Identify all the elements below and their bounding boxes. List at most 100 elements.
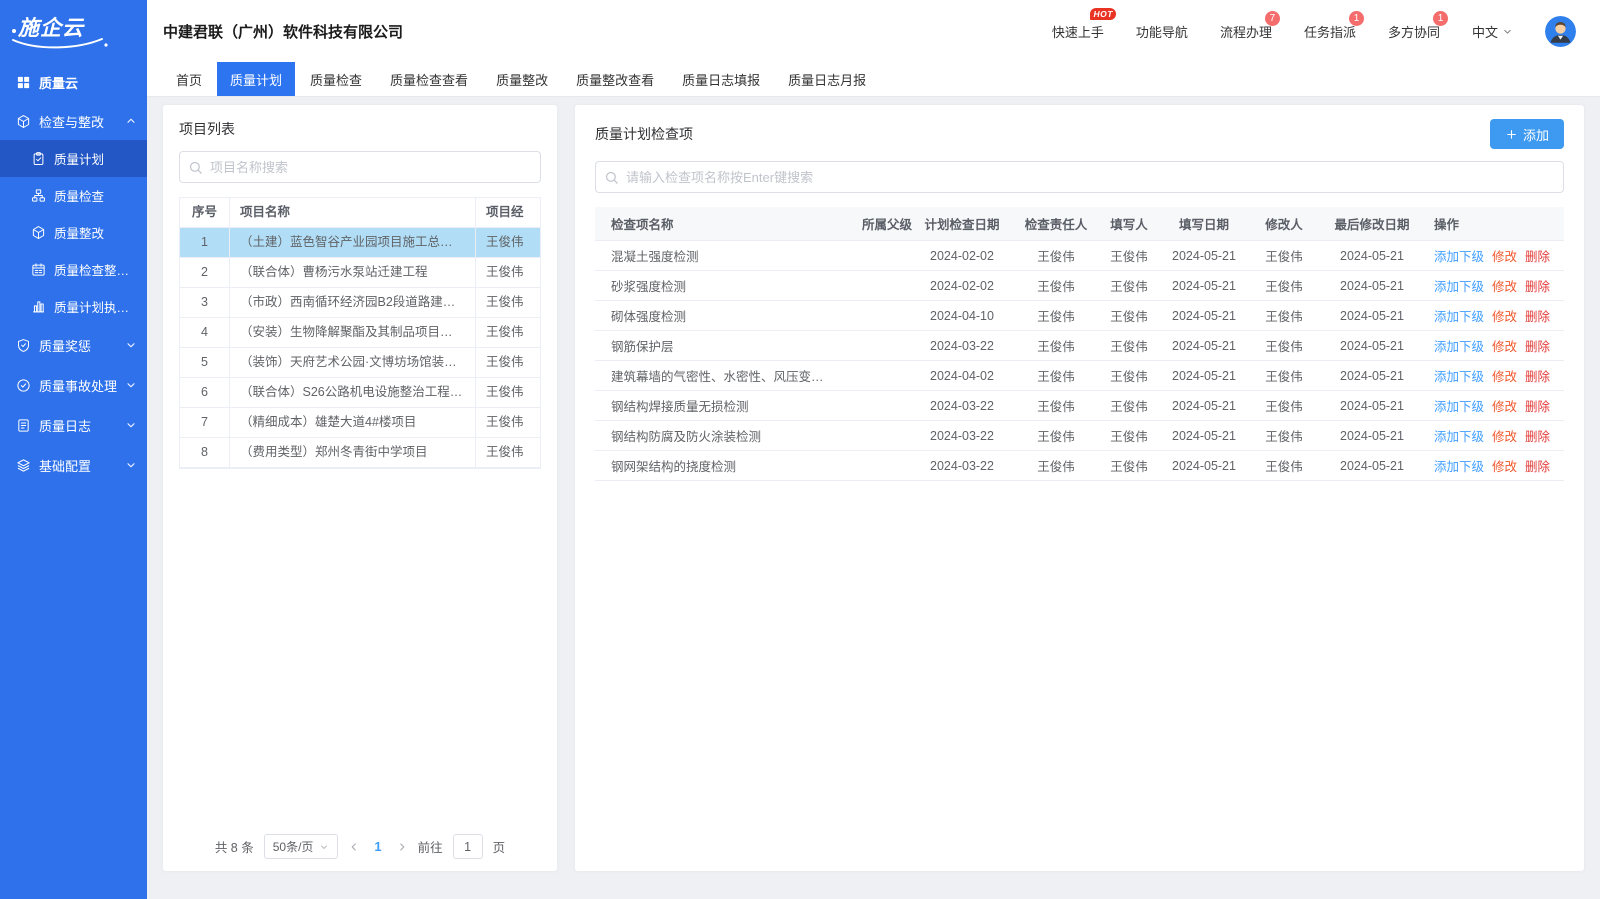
- sidebar-item-quality-rewards[interactable]: 质量奖惩: [0, 325, 147, 365]
- box-icon: [31, 225, 46, 240]
- delete-link[interactable]: 删除: [1525, 426, 1550, 445]
- table-row[interactable]: 砂浆强度检测 2024-02-02 王俊伟 王俊伟 2024-05-21 王俊伟…: [595, 271, 1564, 301]
- topnav-item[interactable]: HOT 1 多方协同: [1388, 22, 1440, 41]
- cell-item-name: 砂浆强度检测: [595, 276, 832, 295]
- cell-seq: 1: [180, 228, 230, 258]
- cell-project-manager: 王俊伟: [476, 258, 540, 288]
- delete-link[interactable]: 删除: [1525, 276, 1550, 295]
- add-child-link[interactable]: 添加下级: [1434, 426, 1484, 445]
- chevron-down-icon: [125, 419, 137, 431]
- sidebar-item-quality-cloud[interactable]: 质量云: [0, 62, 147, 102]
- app-root: 施企云 质量云 检查与整改 质量计划 质量检查: [0, 0, 1600, 899]
- cell-fill-date: 2024-05-21: [1158, 369, 1250, 383]
- modify-link[interactable]: 修改: [1492, 246, 1517, 265]
- add-child-link[interactable]: 添加下级: [1434, 276, 1484, 295]
- sidebar-group-check-rectify[interactable]: 检查与整改: [0, 102, 147, 140]
- language-selector[interactable]: 中文: [1472, 22, 1513, 41]
- cell-modifier: 王俊伟: [1250, 396, 1318, 415]
- delete-link[interactable]: 删除: [1525, 336, 1550, 355]
- topnav-item-label: 多方协同: [1388, 25, 1440, 40]
- delete-link[interactable]: 删除: [1525, 366, 1550, 385]
- column-header-modifier: 修改人: [1250, 214, 1318, 233]
- cell-responsible: 王俊伟: [1012, 306, 1100, 325]
- page-number[interactable]: 1: [370, 839, 385, 854]
- avatar[interactable]: [1545, 16, 1576, 47]
- delete-link[interactable]: 删除: [1525, 396, 1550, 415]
- add-button[interactable]: 添加: [1490, 119, 1564, 149]
- next-page-button[interactable]: [396, 841, 408, 853]
- add-child-link[interactable]: 添加下级: [1434, 456, 1484, 475]
- table-row[interactable]: 1 （土建）蓝色智谷产业园项目施工总承包工程 王俊伟: [180, 228, 540, 258]
- modify-link[interactable]: 修改: [1492, 366, 1517, 385]
- sidebar-item-quality-check[interactable]: 质量检查: [0, 177, 147, 214]
- tab[interactable]: 质量整改: [483, 62, 561, 96]
- goto-label: 前往: [418, 837, 443, 856]
- add-child-link[interactable]: 添加下级: [1434, 306, 1484, 325]
- tab[interactable]: 质量检查查看: [377, 62, 481, 96]
- sidebar-item-basic-config[interactable]: 基础配置: [0, 445, 147, 485]
- table-row[interactable]: 2 （联合体）曹杨污水泵站迁建工程 王俊伟: [180, 258, 540, 288]
- table-row[interactable]: 3 （市政）西南循环经济园B2段道路建设工程 王俊伟: [180, 288, 540, 318]
- page-size-select[interactable]: 50条/页: [264, 834, 339, 859]
- modify-link[interactable]: 修改: [1492, 396, 1517, 415]
- table-row[interactable]: 8 （费用类型）郑州冬青街中学项目 王俊伟: [180, 438, 540, 468]
- tab[interactable]: 首页: [163, 62, 215, 96]
- sidebar-item-plan-execution-tracking[interactable]: 质量计划执行跟踪: [0, 288, 147, 325]
- cell-project-manager: 王俊伟: [476, 318, 540, 348]
- topnav-item[interactable]: HOT 1 任务指派: [1304, 22, 1356, 41]
- project-table: 序号 项目名称 项目经理 1 （土建）蓝色智谷产业园项目施工总承包工程 王俊伟 …: [179, 197, 541, 469]
- topnav-item[interactable]: HOT 快速上手: [1052, 22, 1104, 41]
- delete-link[interactable]: 删除: [1525, 456, 1550, 475]
- topnav-item[interactable]: HOT 7 流程办理: [1220, 22, 1272, 41]
- table-row[interactable]: 钢结构防腐及防火涂装检测 2024-03-22 王俊伟 王俊伟 2024-05-…: [595, 421, 1564, 451]
- cell-responsible: 王俊伟: [1012, 336, 1100, 355]
- table-row[interactable]: 5 （装饰）天府艺术公园·文博坊场馆装饰及幕墙工程 王俊伟: [180, 348, 540, 378]
- add-child-link[interactable]: 添加下级: [1434, 246, 1484, 265]
- add-child-link[interactable]: 添加下级: [1434, 396, 1484, 415]
- cell-modifier: 王俊伟: [1250, 426, 1318, 445]
- sidebar-item-check-rectify-tracking[interactable]: 质量检查整改跟踪: [0, 251, 147, 288]
- cell-actions: 添加下级 修改 删除: [1426, 276, 1564, 295]
- modify-link[interactable]: 修改: [1492, 426, 1517, 445]
- cell-plan-date: 2024-04-02: [912, 369, 1012, 383]
- prev-page-button[interactable]: [348, 841, 360, 853]
- table-row[interactable]: 4 （安装）生物降解聚酯及其制品项目机电安装工程 王俊伟: [180, 318, 540, 348]
- tab-label: 质量日志月报: [788, 70, 866, 89]
- cell-filler: 王俊伟: [1100, 426, 1158, 445]
- project-search-input[interactable]: [179, 151, 541, 183]
- cell-project-name: （装饰）天府艺术公园·文博坊场馆装饰及幕墙工程: [230, 348, 476, 378]
- tab[interactable]: 质量计划: [217, 62, 295, 96]
- cell-responsible: 王俊伟: [1012, 246, 1100, 265]
- modify-link[interactable]: 修改: [1492, 336, 1517, 355]
- cell-actions: 添加下级 修改 删除: [1426, 426, 1564, 445]
- plan-item-search-input[interactable]: [595, 161, 1564, 193]
- tab-label: 质量日志填报: [682, 70, 760, 89]
- modify-link[interactable]: 修改: [1492, 276, 1517, 295]
- table-row[interactable]: 钢筋保护层 2024-03-22 王俊伟 王俊伟 2024-05-21 王俊伟 …: [595, 331, 1564, 361]
- table-row[interactable]: 6 （联合体）S26公路机电设施整治工程项目 王俊伟: [180, 378, 540, 408]
- delete-link[interactable]: 删除: [1525, 306, 1550, 325]
- goto-page-input[interactable]: [453, 834, 483, 859]
- table-row[interactable]: 砌体强度检测 2024-04-10 王俊伟 王俊伟 2024-05-21 王俊伟…: [595, 301, 1564, 331]
- tab[interactable]: 质量日志月报: [775, 62, 879, 96]
- sidebar-item-quality-accident[interactable]: 质量事故处理: [0, 365, 147, 405]
- add-child-link[interactable]: 添加下级: [1434, 336, 1484, 355]
- sidebar-item-quality-rectify[interactable]: 质量整改: [0, 214, 147, 251]
- table-row[interactable]: 7 （精细成本）雄楚大道4#楼项目 王俊伟: [180, 408, 540, 438]
- table-row[interactable]: 混凝土强度检测 2024-02-02 王俊伟 王俊伟 2024-05-21 王俊…: [595, 241, 1564, 271]
- modify-link[interactable]: 修改: [1492, 456, 1517, 475]
- sidebar-item-quality-log[interactable]: 质量日志: [0, 405, 147, 445]
- cell-seq: 2: [180, 258, 230, 288]
- table-row[interactable]: 钢网架结构的挠度检测 2024-03-22 王俊伟 王俊伟 2024-05-21…: [595, 451, 1564, 481]
- table-row[interactable]: 建筑幕墙的气密性、水密性、风压变形性能、... 2024-04-02 王俊伟 王…: [595, 361, 1564, 391]
- topnav-item[interactable]: HOT 功能导航: [1136, 22, 1188, 41]
- table-row[interactable]: 钢结构焊接质量无损检测 2024-03-22 王俊伟 王俊伟 2024-05-2…: [595, 391, 1564, 421]
- tab[interactable]: 质量检查: [297, 62, 375, 96]
- tab[interactable]: 质量整改查看: [563, 62, 667, 96]
- tab[interactable]: 质量日志填报: [669, 62, 773, 96]
- sidebar-item-quality-plan[interactable]: 质量计划: [0, 140, 147, 177]
- add-child-link[interactable]: 添加下级: [1434, 366, 1484, 385]
- delete-link[interactable]: 删除: [1525, 246, 1550, 265]
- cell-seq: 4: [180, 318, 230, 348]
- modify-link[interactable]: 修改: [1492, 306, 1517, 325]
